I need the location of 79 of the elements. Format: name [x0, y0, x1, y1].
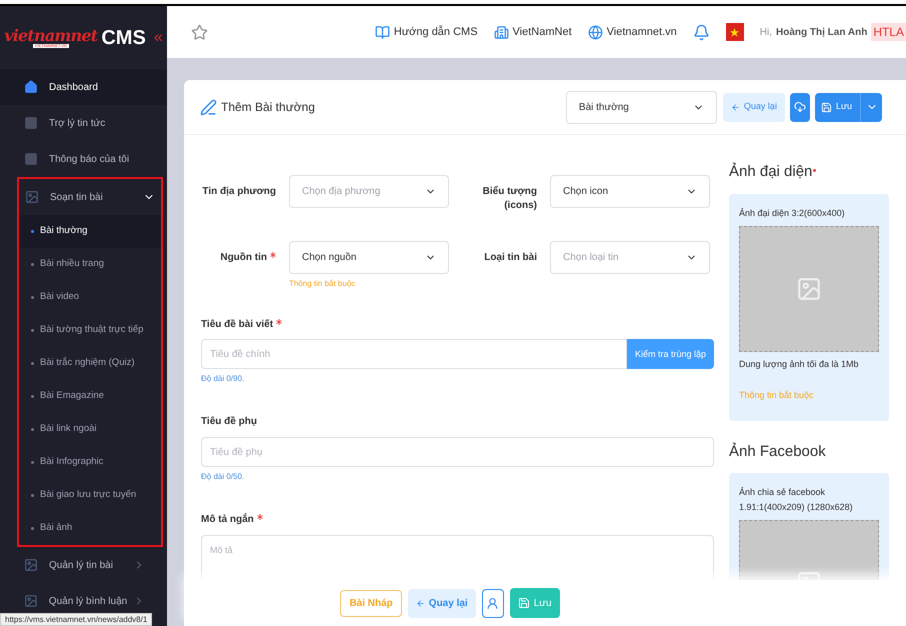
- image-folder-icon: [24, 594, 38, 608]
- submenu-item[interactable]: Bài ảnh: [19, 512, 161, 545]
- save-button[interactable]: Lưu: [814, 92, 860, 122]
- select-field[interactable]: Chọn icon: [550, 175, 710, 208]
- submenu-item[interactable]: Bài Emagazine: [19, 380, 161, 413]
- globe-icon: [588, 24, 603, 40]
- page-title: Thêm Bài thường: [221, 99, 316, 116]
- vietnam-flag-icon[interactable]: [726, 23, 744, 41]
- length-counter: Độ dài 0/50.: [201, 471, 246, 483]
- submenu-item[interactable]: Bài giao lưu trực tuyến: [19, 479, 161, 512]
- pen-icon: [200, 98, 217, 116]
- field-label: Nguồn tin: [220, 250, 267, 264]
- submenu-item[interactable]: Bài thường: [19, 215, 161, 248]
- submenu-item[interactable]: Bài nhiều trang: [19, 248, 161, 281]
- arrow-left-icon: [730, 102, 740, 112]
- notification-bell-icon[interactable]: [692, 24, 710, 40]
- field-label: Tin địa phương: [202, 185, 276, 199]
- submenu-item[interactable]: Bài link ngoài: [19, 413, 161, 446]
- header-link[interactable]: Vietnamnet.vn: [588, 24, 677, 40]
- sidebar-item[interactable]: Soạn tin bài: [19, 179, 161, 215]
- image-icon: [796, 276, 822, 302]
- save-icon: [820, 102, 832, 112]
- title-input[interactable]: Tiêu đề chính: [201, 339, 627, 370]
- section-heading: Ảnh đại diện: [729, 162, 812, 182]
- bullet-icon: [31, 461, 34, 464]
- select-field[interactable]: Chọn nguồn: [289, 240, 449, 274]
- save-menu-button[interactable]: [860, 92, 882, 122]
- select-field[interactable]: Bài thường: [566, 90, 717, 124]
- field-label: Mô tả ngắn: [201, 513, 254, 527]
- bullet-icon: [31, 362, 34, 365]
- download-button[interactable]: [790, 92, 810, 122]
- user-avatar[interactable]: HTLA: [871, 23, 906, 41]
- bullet-icon: [31, 296, 34, 299]
- field-label: Tiêu đề bài viết: [201, 318, 274, 332]
- image-note: Dung lượng ảnh tối đa là 1Mb: [739, 358, 860, 371]
- submenu-item[interactable]: Bài trắc nghiệm (Quiz): [19, 347, 161, 380]
- save-icon: [518, 597, 530, 609]
- bullet-icon: [31, 263, 34, 266]
- field-label: Loại tin bài: [484, 250, 537, 264]
- user-icon: [486, 596, 500, 610]
- submenu-item[interactable]: Bài tường thuật trực tiếp: [19, 314, 161, 347]
- user-button[interactable]: [482, 588, 504, 618]
- header-link[interactable]: VietNamNet: [494, 24, 572, 40]
- sidebar-item[interactable]: Trợ lý tin tức: [0, 105, 167, 141]
- length-counter: Độ dài 0/90.: [201, 373, 246, 386]
- book-icon: [374, 24, 390, 40]
- user-name[interactable]: Hoàng Thị Lan Anh: [776, 24, 868, 40]
- error-text: Thông tin bắt buộc: [739, 389, 815, 402]
- favorite-star-icon[interactable]: [191, 24, 208, 40]
- submenu-item[interactable]: Bài Infographic: [19, 446, 161, 479]
- image-hint: Ảnh chia sẻ facebook 1.91:1(400x209) (1280x628): [739, 486, 854, 514]
- greeting: Hi,: [760, 26, 772, 40]
- subtitle-input[interactable]: Tiêu đề phụ: [201, 437, 714, 467]
- logo-product: CMS: [101, 28, 146, 48]
- bullet-icon: [31, 329, 34, 332]
- submenu-item[interactable]: Bài video: [19, 281, 161, 314]
- field-label: Tiêu đề phụ: [201, 415, 257, 429]
- image-folder-icon: [24, 558, 38, 572]
- collapse-button[interactable]: «: [154, 30, 163, 46]
- image-hint: Ảnh đại diện 3:2(600x400): [739, 206, 846, 220]
- cloud-download-icon: [794, 101, 806, 113]
- sidebar-item[interactable]: Thông báo của tôi: [0, 141, 167, 177]
- sidebar-item[interactable]: Dashboard: [0, 69, 167, 105]
- sidebar-item[interactable]: Quản lý tin bài: [0, 547, 167, 583]
- home-icon: [24, 80, 38, 94]
- section-heading: Ảnh Facebook: [729, 442, 826, 462]
- bullet-icon: [31, 527, 34, 530]
- error-text: Thông tin bắt buộc: [289, 278, 356, 290]
- bullet-icon: [31, 428, 34, 431]
- field-label: Biểu tượng (icons): [482, 185, 537, 212]
- image-folder-icon: [25, 190, 39, 204]
- bullet-icon: [31, 494, 34, 497]
- header-link[interactable]: Hướng dẫn CMS: [374, 24, 478, 40]
- arrow-left-icon: [416, 598, 425, 608]
- url-tooltip: https://vms.vietnamnet.vn/news/addv8/1: [0, 613, 152, 626]
- building-icon: [494, 24, 509, 40]
- bullet-icon: [31, 395, 34, 398]
- bullet-icon: [31, 230, 34, 233]
- logo-brand: vietnamnet: [4, 28, 98, 44]
